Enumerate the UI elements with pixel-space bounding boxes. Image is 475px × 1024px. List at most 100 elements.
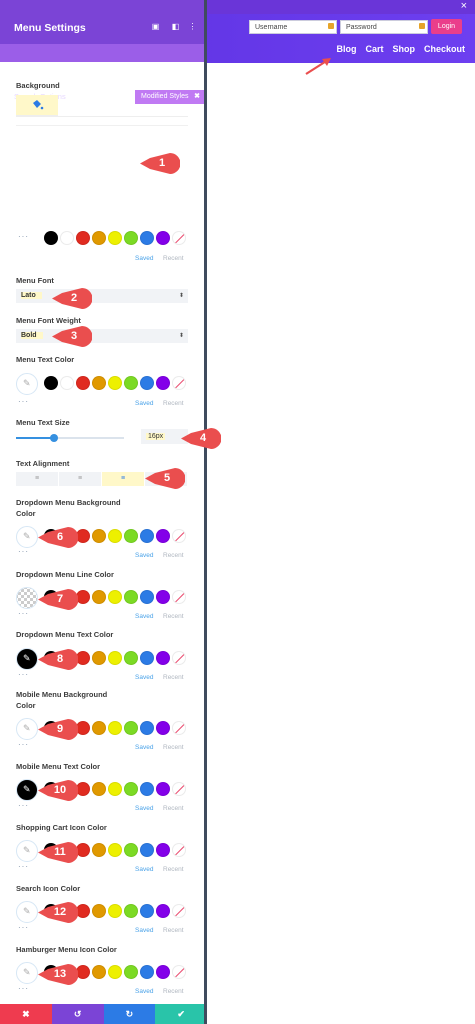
- color-swatch[interactable]: [124, 529, 138, 543]
- saved-tab[interactable]: Saved: [135, 805, 153, 812]
- color-swatch[interactable]: [124, 843, 138, 857]
- username-input[interactable]: Username: [249, 20, 337, 34]
- color-swatch[interactable]: [156, 376, 170, 390]
- no-color-swatch[interactable]: [172, 782, 186, 796]
- color-swatch[interactable]: [76, 231, 90, 245]
- color-swatch[interactable]: [44, 376, 58, 390]
- color-swatch[interactable]: [76, 590, 90, 604]
- color-swatch[interactable]: [156, 782, 170, 796]
- cancel-button[interactable]: ✖: [0, 1004, 52, 1024]
- color-swatch[interactable]: [124, 651, 138, 665]
- color-swatch[interactable]: [124, 965, 138, 979]
- color-swatch[interactable]: [108, 843, 122, 857]
- align-center-button[interactable]: ≡: [59, 472, 102, 486]
- saved-tab[interactable]: Saved: [135, 255, 153, 262]
- no-color-swatch[interactable]: [172, 721, 186, 735]
- saved-tab[interactable]: Saved: [135, 866, 153, 873]
- cart-icon-color-picker[interactable]: ✎: [16, 840, 38, 862]
- saved-tab[interactable]: Saved: [135, 613, 153, 620]
- color-swatch[interactable]: [108, 721, 122, 735]
- color-swatch[interactable]: [140, 651, 154, 665]
- align-right-button[interactable]: ≡: [102, 472, 145, 486]
- password-input[interactable]: Password: [340, 20, 428, 34]
- no-color-swatch[interactable]: [172, 590, 186, 604]
- saved-tab[interactable]: Saved: [135, 552, 153, 559]
- color-swatch[interactable]: [108, 782, 122, 796]
- saved-tab[interactable]: Saved: [135, 674, 153, 681]
- more-colors-icon[interactable]: ···: [18, 670, 29, 679]
- recent-tab[interactable]: Recent: [163, 674, 184, 681]
- color-swatch[interactable]: [124, 904, 138, 918]
- expand-icon[interactable]: ▣: [151, 22, 160, 31]
- color-swatch[interactable]: [92, 965, 106, 979]
- menu-text-color-picker[interactable]: ✎: [16, 373, 38, 395]
- nav-blog[interactable]: Blog: [336, 44, 356, 54]
- login-button[interactable]: Login: [431, 19, 462, 34]
- color-swatch[interactable]: [140, 843, 154, 857]
- recent-tab[interactable]: Recent: [163, 400, 184, 407]
- color-swatch[interactable]: [140, 590, 154, 604]
- color-swatch[interactable]: [124, 590, 138, 604]
- no-color-swatch[interactable]: [172, 904, 186, 918]
- more-colors-icon[interactable]: ···: [18, 397, 29, 406]
- more-colors-icon[interactable]: ···: [18, 232, 29, 241]
- color-swatch[interactable]: [140, 965, 154, 979]
- color-swatch[interactable]: [92, 590, 106, 604]
- undo-button[interactable]: ↺: [51, 1004, 104, 1024]
- more-colors-icon[interactable]: ···: [18, 923, 29, 932]
- no-color-swatch[interactable]: [172, 651, 186, 665]
- color-swatch[interactable]: [92, 843, 106, 857]
- color-swatch[interactable]: [156, 529, 170, 543]
- color-swatch[interactable]: [60, 231, 74, 245]
- recent-tab[interactable]: Recent: [163, 866, 184, 873]
- more-colors-icon[interactable]: ···: [18, 862, 29, 871]
- more-colors-icon[interactable]: ···: [18, 984, 29, 993]
- recent-tab[interactable]: Recent: [163, 255, 184, 262]
- color-swatch[interactable]: [156, 231, 170, 245]
- recent-tab[interactable]: Recent: [163, 613, 184, 620]
- color-swatch[interactable]: [108, 231, 122, 245]
- dropdown-bg-color-picker[interactable]: ✎: [16, 526, 38, 548]
- saved-tab[interactable]: Saved: [135, 400, 153, 407]
- mobile-bg-color-picker[interactable]: ✎: [16, 718, 38, 740]
- color-swatch[interactable]: [76, 529, 90, 543]
- recent-tab[interactable]: Recent: [163, 927, 184, 934]
- color-swatch[interactable]: [156, 590, 170, 604]
- mobile-text-color-picker[interactable]: ✎: [16, 779, 38, 801]
- no-color-swatch[interactable]: [172, 231, 186, 245]
- nav-checkout[interactable]: Checkout: [424, 44, 465, 54]
- color-swatch[interactable]: [156, 721, 170, 735]
- background-color-tab[interactable]: [16, 95, 58, 116]
- close-filter-icon[interactable]: ✖: [194, 90, 200, 104]
- color-swatch[interactable]: [124, 721, 138, 735]
- color-swatch[interactable]: [108, 965, 122, 979]
- saved-tab[interactable]: Saved: [135, 744, 153, 751]
- color-swatch[interactable]: [108, 590, 122, 604]
- recent-tab[interactable]: Recent: [163, 744, 184, 751]
- dropdown-text-color-picker[interactable]: ✎: [16, 648, 38, 670]
- color-swatch[interactable]: [156, 904, 170, 918]
- no-color-swatch[interactable]: [172, 843, 186, 857]
- nav-cart[interactable]: Cart: [365, 44, 383, 54]
- dropdown-line-color-picker[interactable]: [16, 587, 38, 609]
- color-swatch[interactable]: [140, 721, 154, 735]
- saved-tab[interactable]: Saved: [135, 927, 153, 934]
- modified-styles-filter[interactable]: Modified Styles ✖: [135, 90, 204, 104]
- color-swatch[interactable]: [76, 843, 90, 857]
- color-swatch[interactable]: [140, 529, 154, 543]
- recent-tab[interactable]: Recent: [163, 805, 184, 812]
- color-swatch[interactable]: [92, 376, 106, 390]
- saved-tab[interactable]: Saved: [135, 988, 153, 995]
- color-swatch[interactable]: [92, 904, 106, 918]
- text-size-slider-thumb[interactable]: [50, 434, 58, 442]
- color-swatch[interactable]: [124, 376, 138, 390]
- color-swatch[interactable]: [44, 231, 58, 245]
- more-colors-icon[interactable]: ···: [18, 547, 29, 556]
- color-swatch[interactable]: [124, 231, 138, 245]
- no-color-swatch[interactable]: [172, 529, 186, 543]
- color-swatch[interactable]: [140, 376, 154, 390]
- menu-font-weight-select[interactable]: Bold ⬍: [16, 329, 188, 343]
- more-colors-icon[interactable]: ···: [18, 609, 29, 618]
- more-colors-icon[interactable]: ···: [18, 740, 29, 749]
- no-color-swatch[interactable]: [172, 965, 186, 979]
